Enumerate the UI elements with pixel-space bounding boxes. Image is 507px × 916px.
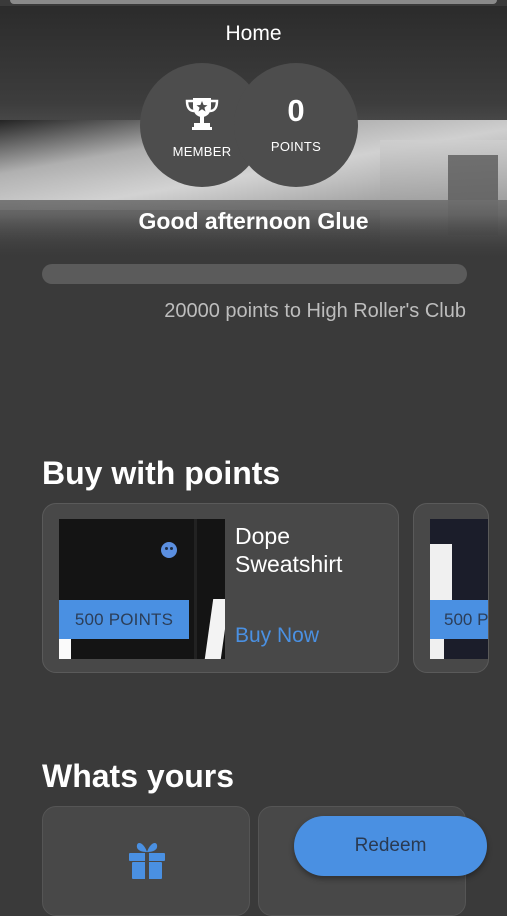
product-image-edge (204, 599, 225, 659)
points-badge: 500 POINTS (59, 600, 189, 639)
points-label: POINTS (270, 138, 322, 154)
member-label: MEMBER (172, 143, 232, 159)
progress-text: 20000 points to High Roller's Club (164, 300, 466, 322)
trophy-icon (185, 97, 219, 130)
product-image-seam (194, 519, 197, 659)
product-image-highlight (430, 544, 452, 604)
section-title-buy: Buy with points (42, 455, 281, 491)
top-strip-handle (10, 0, 497, 4)
top-strip (0, 0, 507, 6)
redeem-button[interactable]: Redeem (294, 816, 487, 876)
points-progress-bar (42, 264, 467, 284)
points-circle[interactable]: 0 POINTS (234, 63, 358, 187)
greeting: Good afternoon Glue (138, 208, 369, 234)
product-card[interactable]: 500 POINTS (413, 503, 489, 673)
page-title: Home (225, 22, 282, 45)
product-card[interactable]: 500 POINTS Dope Sweatshirt Buy Now (42, 503, 399, 673)
section-title-yours: Whats yours (42, 758, 235, 794)
product-name: Dope Sweatshirt (235, 523, 343, 577)
buy-now-link[interactable]: Buy Now (235, 624, 319, 648)
points-badge: 500 POINTS (430, 600, 488, 639)
gift-icon (129, 843, 165, 879)
smiley-icon (161, 542, 177, 558)
points-value: 0 (287, 92, 305, 128)
